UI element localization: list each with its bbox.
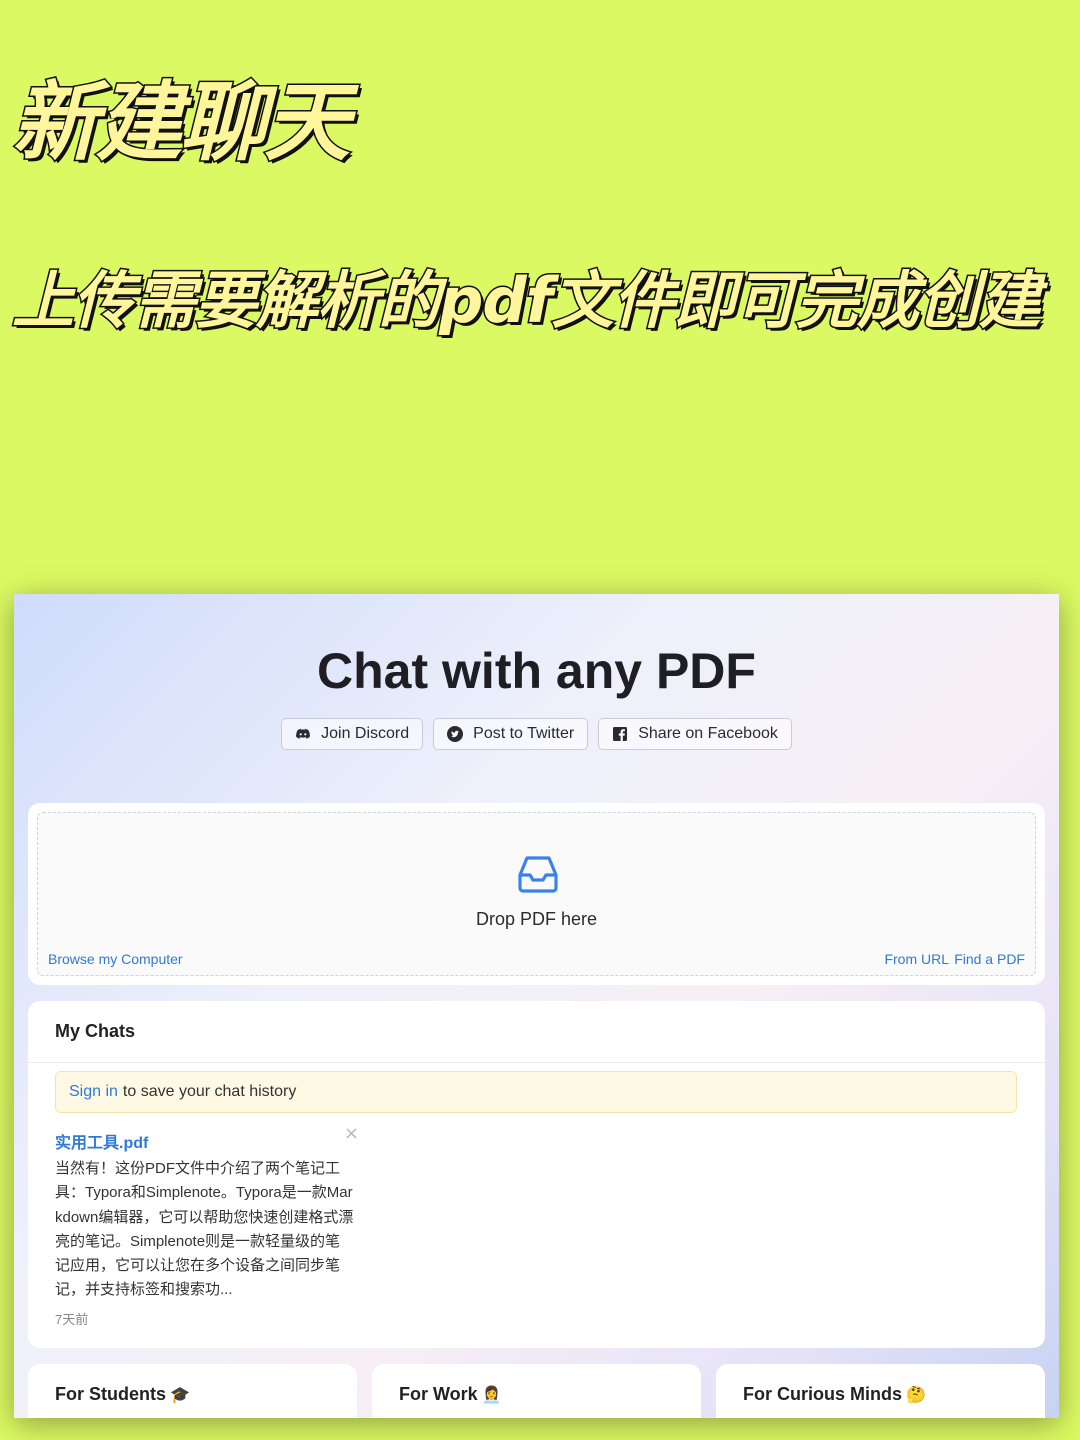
- from-url-link[interactable]: From URL: [884, 951, 949, 967]
- post-twitter-label: Post to Twitter: [473, 725, 575, 742]
- facebook-icon: [612, 726, 628, 742]
- signin-notice-text: to save your chat history: [122, 1083, 297, 1100]
- chat-file-name[interactable]: 实用工具.pdf: [55, 1129, 355, 1153]
- chat-timestamp: 7天前: [55, 1311, 89, 1327]
- office-worker-icon: 👩‍💼: [481, 1387, 502, 1404]
- share-facebook-label: Share on Facebook: [638, 725, 778, 742]
- signin-notice: Sign in to save your chat history: [55, 1071, 1017, 1113]
- category-label-students: For Students: [55, 1384, 166, 1404]
- share-buttons: Join Discord Post to Twitter Share on Fa…: [14, 718, 1059, 750]
- discord-icon: [295, 726, 311, 742]
- find-pdf-link[interactable]: Find a PDF: [954, 951, 1025, 967]
- browse-computer-link[interactable]: Browse my Computer: [48, 951, 183, 967]
- thinking-face-icon: 🤔: [906, 1387, 926, 1404]
- my-chats-card: My Chats Sign in to save your chat histo…: [28, 1001, 1045, 1348]
- app-window: Chat with any PDF Join Discord Post to T…: [14, 594, 1059, 1418]
- my-chats-title: My Chats: [55, 1021, 136, 1041]
- share-facebook-button[interactable]: Share on Facebook: [598, 718, 792, 750]
- post-twitter-button[interactable]: Post to Twitter: [433, 718, 589, 750]
- inbox-icon: [517, 853, 559, 895]
- category-card-students[interactable]: For Students 🎓: [28, 1364, 357, 1418]
- upload-card: Drop PDF here Browse my Computer From UR…: [28, 803, 1045, 985]
- headline-subtitle: 上传需要解析的pdf文件即可完成创建: [11, 263, 1043, 339]
- pdf-dropzone[interactable]: Drop PDF here Browse my Computer From UR…: [37, 812, 1036, 976]
- join-discord-button[interactable]: Join Discord: [281, 718, 424, 750]
- chat-list-item[interactable]: 实用工具.pdf × 当然有！这份PDF文件中介绍了两个笔记工具：Typora和…: [55, 1123, 359, 1328]
- close-icon[interactable]: ×: [344, 1123, 359, 1144]
- category-label-curious-minds: For Curious Minds: [743, 1384, 902, 1404]
- page-title: Chat with any PDF: [317, 643, 756, 699]
- drop-pdf-text: Drop PDF here: [475, 909, 598, 929]
- twitter-icon: [447, 726, 464, 742]
- join-discord-label: Join Discord: [321, 725, 410, 742]
- category-label-work: For Work: [399, 1384, 478, 1404]
- divider: [28, 1062, 1045, 1063]
- graduation-cap-icon: 🎓: [170, 1387, 190, 1404]
- headline-title: 新建聊天: [11, 72, 352, 175]
- sign-in-link[interactable]: Sign in: [69, 1083, 118, 1101]
- category-card-curious-minds[interactable]: For Curious Minds 🤔: [716, 1364, 1045, 1418]
- chat-preview-text: 当然有！这份PDF文件中介绍了两个笔记工具：Typora和Simplenote。…: [55, 1160, 354, 1299]
- category-card-work[interactable]: For Work 👩‍💼: [372, 1364, 701, 1418]
